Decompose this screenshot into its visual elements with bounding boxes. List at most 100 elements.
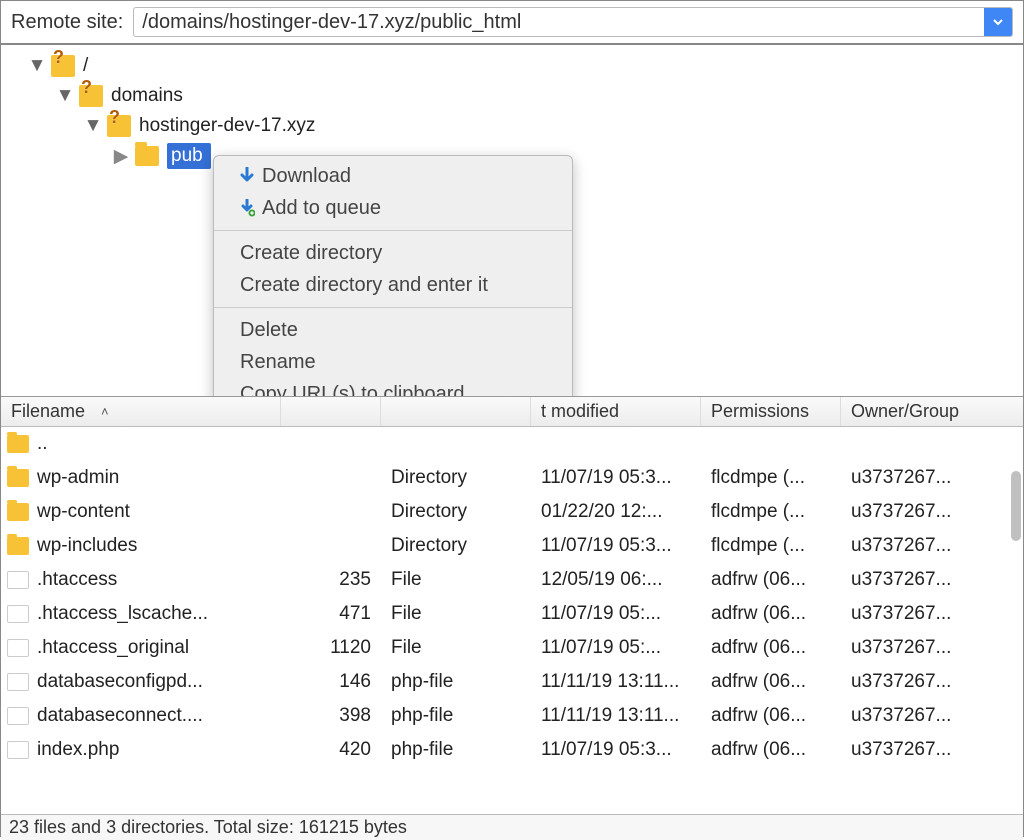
file-row[interactable]: .htaccess_lscache...471File11/07/19 05:.… [1, 597, 1023, 631]
file-owner: u3737267... [841, 671, 991, 693]
folder-icon [7, 503, 29, 521]
menu-add-to-queue[interactable]: Add to queue [214, 192, 572, 224]
file-type: File [381, 569, 531, 591]
file-size: 471 [281, 603, 381, 625]
file-type: Directory [381, 467, 531, 489]
menu-separator [214, 307, 572, 308]
folder-unknown-icon [51, 55, 75, 77]
column-owner[interactable]: Owner/Group [841, 397, 991, 426]
file-type: Directory [381, 535, 531, 557]
file-icon [7, 605, 29, 623]
file-size: 420 [281, 739, 381, 761]
folder-icon [7, 469, 29, 487]
status-bar: 23 files and 3 directories. Total size: … [1, 814, 1023, 840]
file-name: wp-includes [37, 535, 137, 557]
expander-icon[interactable]: ▶ [113, 148, 129, 164]
file-owner: u3737267... [841, 535, 991, 557]
file-size: 1120 [281, 637, 381, 659]
file-name: .htaccess_original [37, 637, 189, 659]
file-row[interactable]: index.php420php-file11/07/19 05:3...adfr… [1, 733, 1023, 767]
file-owner: u3737267... [841, 467, 991, 489]
menu-create-directory[interactable]: Create directory [214, 237, 572, 269]
remote-site-bar: Remote site: /domains/hostinger-dev-17.x… [1, 1, 1023, 45]
file-owner: u3737267... [841, 501, 991, 523]
file-type: php-file [381, 705, 531, 727]
file-row[interactable]: wp-contentDirectory01/22/20 12:...flcdmp… [1, 495, 1023, 529]
file-type: File [381, 603, 531, 625]
tree-label: / [83, 55, 88, 77]
file-row[interactable]: databaseconfigpd...146php-file11/11/19 1… [1, 665, 1023, 699]
file-list-pane: Filename ˄ t modified Permissions Owner/… [1, 397, 1023, 814]
column-label: t modified [531, 401, 629, 422]
file-permissions: adfrw (06... [701, 569, 841, 591]
menu-delete[interactable]: Delete [214, 314, 572, 346]
column-filesize[interactable] [281, 397, 381, 426]
file-modified: 11/11/19 13:11... [531, 671, 701, 693]
file-row[interactable]: .htaccess235File12/05/19 06:...adfrw (06… [1, 563, 1023, 597]
file-name: databaseconnect.... [37, 705, 203, 727]
column-filetype[interactable] [381, 397, 531, 426]
remote-path-dropdown[interactable]: /domains/hostinger-dev-17.xyz/public_htm… [133, 7, 1013, 37]
folder-icon [7, 435, 29, 453]
tree-row-root[interactable]: ▼ / [1, 51, 1023, 81]
folder-icon [7, 537, 29, 555]
file-row[interactable]: databaseconnect....398php-file11/11/19 1… [1, 699, 1023, 733]
file-modified: 11/07/19 05:3... [531, 467, 701, 489]
menu-download[interactable]: Download [214, 160, 572, 192]
file-type: php-file [381, 671, 531, 693]
status-text: 23 files and 3 directories. Total size: … [9, 817, 407, 838]
expander-icon[interactable]: ▼ [85, 118, 101, 134]
sort-asc-icon: ˄ [101, 404, 109, 419]
file-permissions: flcdmpe (... [701, 535, 841, 557]
folder-unknown-icon [107, 115, 131, 137]
scrollbar[interactable] [1007, 431, 1021, 810]
column-label: Permissions [701, 401, 819, 422]
file-owner: u3737267... [841, 603, 991, 625]
file-row[interactable]: .. [1, 427, 1023, 461]
file-icon [7, 673, 29, 691]
file-type: php-file [381, 739, 531, 761]
tree-row-domains[interactable]: ▼ domains [1, 81, 1023, 111]
file-size: 398 [281, 705, 381, 727]
file-size: 146 [281, 671, 381, 693]
directory-tree-pane: ▼ / ▼ domains ▼ hostinger-dev-17.xyz ▶ p… [1, 45, 1023, 397]
file-rows: ..wp-adminDirectory11/07/19 05:3...flcdm… [1, 427, 1023, 767]
file-row[interactable]: wp-includesDirectory11/07/19 05:3...flcd… [1, 529, 1023, 563]
menu-rename[interactable]: Rename [214, 346, 572, 378]
file-type: Directory [381, 501, 531, 523]
download-icon [232, 167, 262, 185]
column-filename[interactable]: Filename ˄ [1, 397, 281, 426]
menu-create-directory-enter[interactable]: Create directory and enter it [214, 269, 572, 301]
tree-row-host[interactable]: ▼ hostinger-dev-17.xyz [1, 111, 1023, 141]
file-size: 235 [281, 569, 381, 591]
expander-icon[interactable]: ▼ [29, 58, 45, 74]
menu-label: Rename [240, 351, 316, 374]
menu-label: Create directory [240, 242, 382, 265]
file-type: File [381, 637, 531, 659]
file-permissions: adfrw (06... [701, 603, 841, 625]
file-modified: 11/07/19 05:3... [531, 739, 701, 761]
file-name: wp-admin [37, 467, 119, 489]
file-icon [7, 707, 29, 725]
file-permissions: adfrw (06... [701, 705, 841, 727]
file-row[interactable]: .htaccess_original 1120File11/07/19 05:..… [1, 631, 1023, 665]
file-modified: 11/07/19 05:... [531, 637, 701, 659]
menu-label: Download [262, 165, 351, 188]
tree-label-selected: pub [167, 143, 211, 169]
column-permissions[interactable]: Permissions [701, 397, 841, 426]
folder-unknown-icon [79, 85, 103, 107]
folder-icon [135, 146, 159, 166]
remote-path-input[interactable]: /domains/hostinger-dev-17.xyz/public_htm… [134, 8, 984, 36]
tree-label: hostinger-dev-17.xyz [139, 115, 315, 137]
expander-icon[interactable]: ▼ [57, 88, 73, 104]
file-row[interactable]: wp-adminDirectory11/07/19 05:3...flcdmpe… [1, 461, 1023, 495]
scrollbar-thumb[interactable] [1011, 471, 1021, 541]
file-list-header: Filename ˄ t modified Permissions Owner/… [1, 397, 1023, 427]
file-name: wp-content [37, 501, 130, 523]
file-icon [7, 639, 29, 657]
dropdown-caret-icon[interactable] [984, 8, 1012, 36]
column-last-modified[interactable]: t modified [531, 397, 701, 426]
file-permissions: adfrw (06... [701, 637, 841, 659]
file-name: .. [37, 433, 48, 455]
menu-copy-url[interactable]: Copy URL(s) to clipboard [214, 378, 572, 397]
